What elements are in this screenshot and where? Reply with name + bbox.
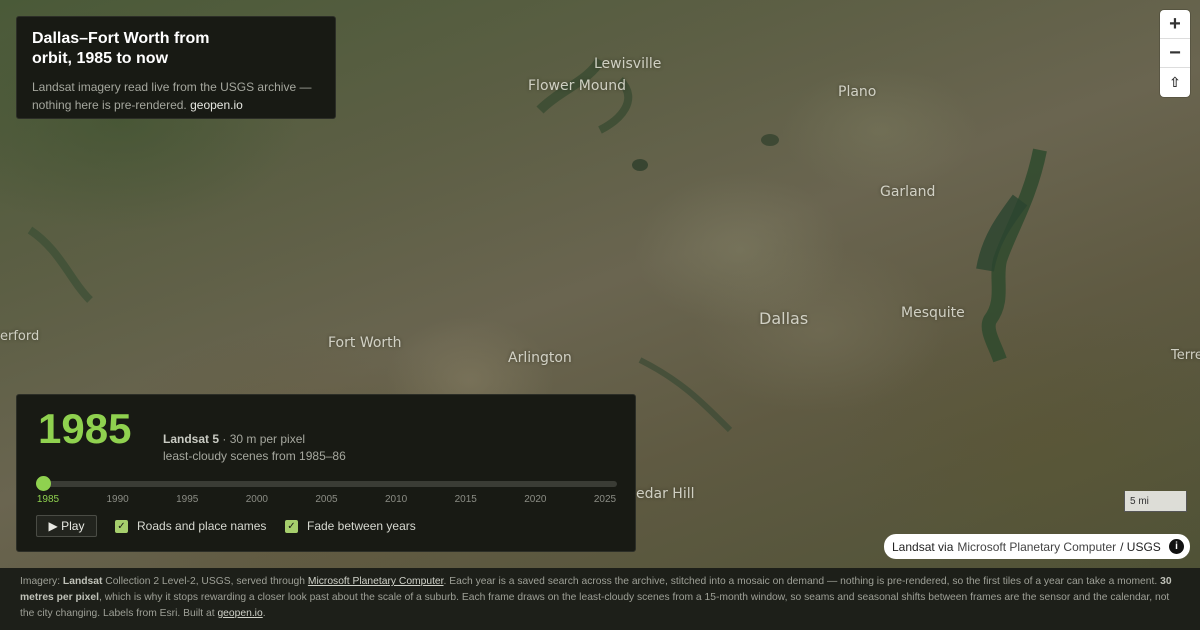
zoom-out-button[interactable]: − xyxy=(1160,39,1190,68)
timeline-panel: 1985 Landsat 5 · 30 m per pixel least-cl… xyxy=(16,394,636,552)
sensor-name: Landsat 5 xyxy=(163,432,220,446)
fade-checkbox-label: Fade between years xyxy=(307,519,416,533)
place-label-lewisville: Lewisville xyxy=(594,56,662,72)
place-label-mesquite: Mesquite xyxy=(901,305,965,321)
sensor-info: Landsat 5 · 30 m per pixel least-cloudy … xyxy=(163,431,346,465)
year-tick-2005[interactable]: 2005 xyxy=(315,494,337,505)
place-label-flower-mound: Flower Mound xyxy=(528,78,627,94)
info-card: Dallas–Fort Worth from orbit, 1985 to no… xyxy=(16,16,336,119)
year-tick-1990[interactable]: 1990 xyxy=(107,494,129,505)
year-slider-track[interactable] xyxy=(41,481,617,487)
year-tick-2025[interactable]: 2025 xyxy=(594,494,616,505)
year-ticks: 1985 1990 1995 2000 2005 2010 2015 2020 2025 xyxy=(17,494,637,508)
check-icon: ✓ xyxy=(285,519,298,533)
place-label-dallas: Dallas xyxy=(759,309,809,328)
place-label-garland: Garland xyxy=(880,184,936,200)
footer-credits: Imagery: Landsat Collection 2 Level-2, U… xyxy=(0,568,1200,630)
place-label-cedar-hill: edar Hill xyxy=(636,486,695,502)
year-tick-2000[interactable]: 2000 xyxy=(246,494,268,505)
year-tick-1985[interactable]: 1985 xyxy=(37,494,59,505)
place-label-weatherford: erford xyxy=(0,329,40,344)
place-label-fort-worth: Fort Worth xyxy=(328,335,402,351)
check-icon: ✓ xyxy=(115,519,128,533)
play-button[interactable]: ▶ Play xyxy=(36,515,97,537)
fade-checkbox[interactable]: ✓ Fade between years xyxy=(285,519,416,533)
place-label-arlington: Arlington xyxy=(508,350,572,366)
map-zoom-controls: + − ⇧ xyxy=(1160,10,1190,97)
compass-icon[interactable]: ⇧ xyxy=(1160,68,1190,97)
place-label-plano: Plano xyxy=(838,84,877,100)
attribution-suffix: / USGS xyxy=(1120,539,1161,554)
attribution-badge: Landsat via Microsoft Planetary Computer… xyxy=(884,534,1190,559)
zoom-in-button[interactable]: + xyxy=(1160,10,1190,39)
page-title: Dallas–Fort Worth from orbit, 1985 to no… xyxy=(32,30,210,67)
geopen-link[interactable]: geopen.io xyxy=(190,98,243,112)
scale-bar: 5 mi xyxy=(1124,491,1187,512)
sensor-resolution: · 30 m per pixel xyxy=(222,432,306,446)
year-slider-handle[interactable] xyxy=(36,476,51,491)
info-description: Landsat imagery read live from the USGS … xyxy=(32,80,312,112)
attribution-prefix: Landsat via xyxy=(892,539,954,554)
year-tick-2010[interactable]: 2010 xyxy=(385,494,407,505)
planetary-computer-link[interactable]: Microsoft Planetary Computer xyxy=(308,576,444,587)
info-icon[interactable]: i xyxy=(1169,539,1184,554)
attribution-link[interactable]: Microsoft Planetary Computer xyxy=(957,540,1116,554)
year-tick-2020[interactable]: 2020 xyxy=(524,494,546,505)
year-tick-2015[interactable]: 2015 xyxy=(455,494,477,505)
current-year: 1985 xyxy=(38,405,132,452)
scale-label: 5 mi xyxy=(1130,496,1149,507)
roads-checkbox[interactable]: ✓ Roads and place names xyxy=(115,519,266,533)
roads-checkbox-label: Roads and place names xyxy=(137,519,267,533)
place-label-terrell: Terre xyxy=(1171,348,1200,363)
geopen-footer-link[interactable]: geopen.io xyxy=(217,608,262,619)
year-tick-1995[interactable]: 1995 xyxy=(176,494,198,505)
scene-window: least-cloudy scenes from 1985–86 xyxy=(163,449,346,463)
